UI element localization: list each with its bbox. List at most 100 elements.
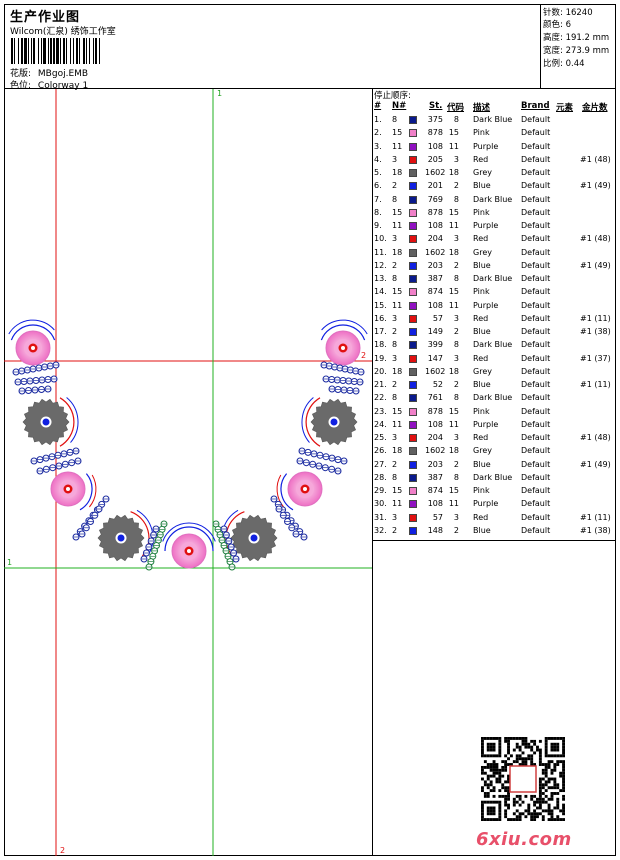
cell-code: 3 [453, 512, 459, 522]
cell-idx: 26. [374, 446, 387, 456]
cell-code: 11 [448, 300, 459, 310]
color-swatch [409, 394, 417, 403]
grey-flower-motif [310, 398, 358, 446]
cell-st: 201 [427, 181, 443, 191]
cell-code: 2 [453, 380, 459, 389]
table-row: 25. 3 204 3 Red Default #1 (48) [373, 433, 616, 446]
cell-brand: Default [521, 459, 551, 469]
table-row: 16. 3 57 3 Red Default #1 (11) [373, 314, 616, 327]
cell-seq: #1 (38) [580, 525, 611, 535]
cell-n: 2 [392, 459, 398, 469]
header-panel: 生产作业图 Wilcom(汇泉) 绣饰工作室 花版: MBgoj.EMB 色位:… [4, 4, 541, 91]
cell-idx: 15. [374, 300, 387, 310]
cell-seq: #1 (11) [580, 380, 611, 389]
scale-value: 0.44 [565, 59, 585, 69]
cell-st: 375 [427, 115, 443, 124]
cell-idx: 30. [374, 499, 387, 509]
cell-seq: #1 (48) [580, 234, 611, 244]
cell-st: 761 [427, 393, 443, 403]
cell-st: 204 [427, 234, 443, 244]
table-row: 11. 18 1602 18 Grey Default [373, 248, 616, 261]
site-watermark: 6xiu.com [476, 829, 572, 850]
cell-n: 2 [392, 525, 398, 535]
cell-desc: Pink [473, 406, 490, 416]
table-row: 18. 8 399 8 Dark Blue Default [373, 340, 616, 353]
page-title: 生产作业图 [10, 10, 81, 25]
color-swatch [409, 487, 417, 495]
cell-seq: #1 (48) [580, 433, 611, 442]
cell-n: 8 [392, 115, 398, 124]
cell-st: 387 [427, 472, 443, 482]
cell-code: 3 [453, 234, 459, 244]
cell-st: 108 [427, 221, 443, 230]
stitches-stat: 针数: 16240 [543, 6, 593, 18]
cell-code: 3 [453, 353, 459, 363]
cell-brand: Default [521, 380, 551, 389]
cell-n: 3 [392, 234, 398, 244]
cell-n: 2 [392, 181, 398, 191]
cell-code: 3 [453, 154, 459, 164]
cell-st: 204 [427, 433, 443, 442]
grey-flower-motif [22, 398, 70, 446]
table-row: 4. 3 205 3 Red Default #1 (48) [373, 155, 616, 168]
cell-brand: Default [521, 247, 551, 257]
grey-flower-motif [97, 514, 145, 562]
cell-code: 8 [453, 393, 459, 403]
cell-st: 1602 [425, 446, 446, 456]
cell-code: 2 [453, 459, 459, 469]
cell-st: 203 [427, 260, 443, 270]
color-swatch [409, 420, 417, 429]
cell-brand: Default [521, 340, 551, 350]
cell-n: 3 [392, 313, 398, 323]
cell-n: 3 [392, 353, 398, 363]
cell-brand: Default [521, 154, 551, 164]
cell-n: 3 [392, 512, 398, 522]
marker-right: 2 [361, 351, 367, 360]
color-swatch [409, 301, 417, 310]
table-row: 2. 15 878 15 Pink Default [373, 128, 616, 141]
color-swatch [409, 155, 417, 164]
cell-n: 8 [392, 274, 398, 283]
cell-idx: 28. [374, 472, 387, 482]
table-row: 15. 11 108 11 Purple Default [373, 301, 616, 314]
qr-code[interactable] [481, 737, 565, 821]
design-preview[interactable]: 1 2 1 2 [4, 89, 373, 856]
height-label: 高度: [543, 33, 563, 43]
grey-flower-motif [230, 514, 278, 562]
cell-n: 8 [392, 472, 398, 482]
cell-idx: 7. [374, 194, 382, 204]
marker-bottom: 2 [60, 846, 66, 855]
color-swatch [409, 500, 417, 509]
cell-brand: Default [521, 128, 551, 138]
cell-desc: Grey [473, 168, 492, 177]
cell-n: 2 [392, 260, 398, 270]
cell-code: 18 [448, 247, 459, 257]
cell-seq: #1 (49) [580, 459, 611, 469]
cell-code: 18 [448, 366, 459, 376]
cell-desc: Blue [473, 525, 491, 535]
cell-st: 147 [427, 353, 443, 363]
cell-idx: 21. [374, 380, 387, 389]
cell-desc: Dark Blue [473, 194, 513, 204]
cell-desc: Dark Blue [473, 472, 513, 482]
cell-brand: Default [521, 115, 551, 124]
cell-desc: Blue [473, 459, 491, 469]
scale-label: 比例: [543, 59, 563, 69]
cell-seq: #1 (49) [580, 181, 611, 191]
cell-n: 11 [392, 141, 403, 151]
color-swatch [409, 513, 417, 522]
cell-brand: Default [521, 327, 551, 336]
cell-st: 108 [427, 499, 443, 509]
cell-brand: Default [521, 168, 551, 177]
stop-sequence-title: 停止顺序: [374, 91, 411, 101]
table-row: 9. 11 108 11 Purple Default [373, 221, 616, 234]
cell-idx: 14. [374, 287, 387, 297]
col-header-description: 描述 [473, 103, 491, 113]
table-row: 14. 15 874 15 Pink Default [373, 287, 616, 300]
color-swatch [409, 129, 417, 138]
cell-desc: Red [473, 154, 489, 164]
cell-desc: Purple [473, 499, 499, 509]
pink-flower-motif [287, 471, 323, 507]
cell-code: 2 [453, 260, 459, 270]
cell-code: 15 [448, 406, 459, 416]
